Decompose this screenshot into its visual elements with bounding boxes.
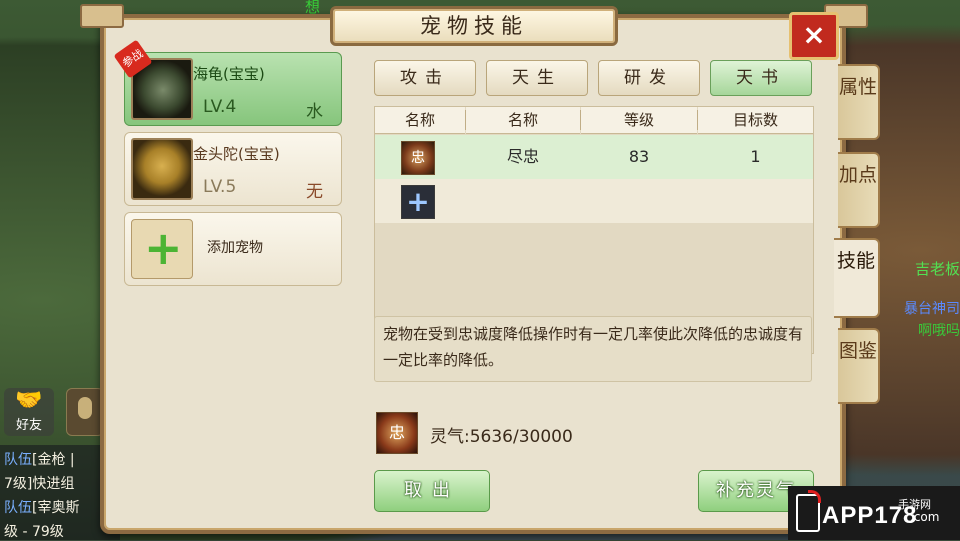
pet-list: 参战 海龟(宝宝) LV.4 水 金头陀(宝宝) LV.5 无 + 添加宠物 <box>112 39 346 514</box>
pet-name: 海龟(宝宝) <box>193 65 265 83</box>
window-title: 宠物技能 <box>330 6 618 46</box>
chat-line: 7级]快进组 <box>4 476 75 492</box>
add-skill-button[interactable]: + <box>401 185 435 219</box>
add-pet-button[interactable]: + 添加宠物 <box>124 212 342 286</box>
pet-card-sea-turtle[interactable]: 参战 海龟(宝宝) LV.4 水 <box>113 39 342 126</box>
pet-name: 金头陀(宝宝) <box>193 145 280 163</box>
npc-name: 暴台神司 <box>904 301 960 317</box>
watermark: APP178 手游网 .com <box>788 486 960 540</box>
add-pet-tile: + <box>131 219 193 279</box>
chat-line: 队伍[宰奥斯 <box>4 500 80 516</box>
chat-line: 级 - 79级 <box>4 524 64 540</box>
microphone-icon <box>78 397 92 419</box>
signal-icon <box>808 490 821 503</box>
skill-level: 83 <box>628 147 650 166</box>
friend-label: 好友 <box>15 418 42 433</box>
tab-innate[interactable]: 天生 <box>486 60 588 96</box>
table-row: + <box>375 179 813 223</box>
column-header: 名称 <box>375 107 465 134</box>
npc-name: 啊哦吗 <box>918 323 960 339</box>
tab-attack[interactable]: 攻击 <box>374 60 476 96</box>
watermark-domain: .com <box>910 510 940 524</box>
skill-description: 宠物在受到忠诚度降低操作时有一定几率使此次降低的忠诚度有一定比率的降低。 <box>374 316 812 382</box>
side-tab-codex[interactable]: 图鉴 <box>838 328 880 404</box>
pet-portrait <box>131 138 193 200</box>
side-tab-attributes[interactable]: 属性 <box>838 64 880 140</box>
take-out-button[interactable]: 取出 <box>374 470 490 512</box>
npc-name: 吉老板 <box>914 260 960 278</box>
side-tab-skills[interactable]: 技能 <box>834 238 880 318</box>
pet-card-golden-monk[interactable]: 金头陀(宝宝) LV.5 无 <box>124 132 342 206</box>
add-pet-label: 添加宠物 <box>207 240 263 256</box>
column-header: 目标数 <box>698 107 813 134</box>
aura-icon: 忠 <box>376 412 418 454</box>
scroll-ornament-left <box>80 4 124 28</box>
pet-level: LV.4 <box>203 97 237 117</box>
voice-button[interactable] <box>66 388 104 436</box>
friend-button[interactable]: 🤝 好友 <box>4 388 54 436</box>
skill-name: 尽忠 <box>506 147 539 166</box>
tab-heavenly-book[interactable]: 天书 <box>710 60 812 96</box>
chat-line: 队伍[金枪 | <box>4 452 75 468</box>
pet-level: LV.5 <box>203 177 237 197</box>
pet-element: 水 <box>306 102 323 122</box>
skill-content: 攻击 天生 研发 天书 名称 名称 等级 目标数 忠 尽忠 83 1 + 宠物在… <box>360 44 814 524</box>
skill-targets: 1 <box>750 147 761 166</box>
loyalty-skill-icon: 忠 <box>401 141 435 175</box>
aura-value: 灵气:5636/30000 <box>430 427 573 447</box>
side-tab-points[interactable]: 加点 <box>838 152 880 228</box>
column-header: 名称 <box>466 107 580 134</box>
table-row[interactable]: 忠 尽忠 83 1 <box>375 135 813 180</box>
plus-icon: + <box>144 221 183 275</box>
column-header: 等级 <box>581 107 697 134</box>
tab-research[interactable]: 研发 <box>598 60 700 96</box>
handshake-icon: 🤝 <box>15 388 43 413</box>
pet-element: 无 <box>306 182 323 202</box>
